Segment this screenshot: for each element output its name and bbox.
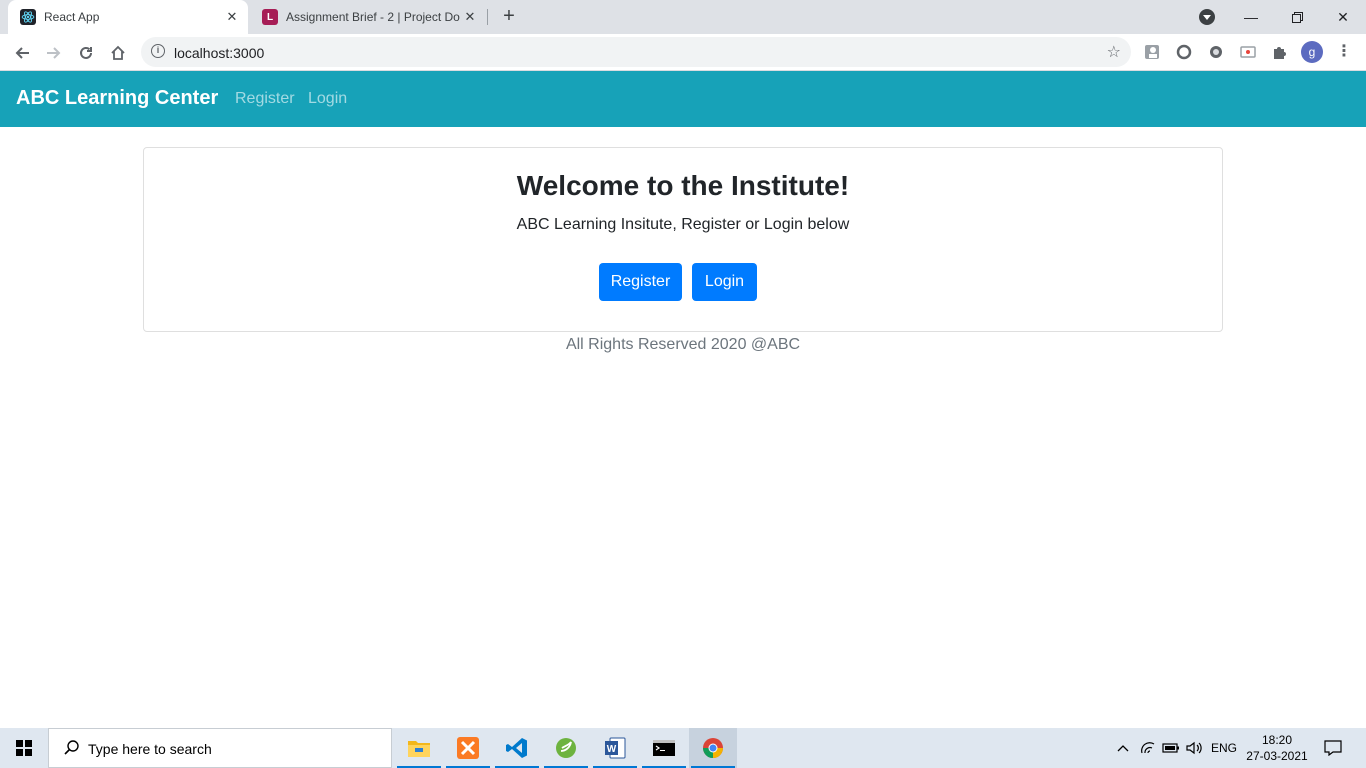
tab-search-icon[interactable] [1199, 9, 1215, 25]
close-window-icon[interactable]: ✕ [1320, 0, 1366, 34]
url-text: localhost:3000 [174, 45, 265, 61]
nav-login-link[interactable]: Login [308, 90, 347, 108]
close-tab-icon[interactable]: ✕ [224, 9, 240, 25]
tab-title: Assignment Brief - 2 | Project Do [286, 10, 460, 24]
minimize-icon[interactable]: — [1228, 0, 1274, 34]
chrome-icon[interactable] [689, 728, 737, 768]
xampp-icon[interactable] [444, 728, 492, 768]
tab-assignment-brief[interactable]: L Assignment Brief - 2 | Project Do ✕ [250, 0, 486, 34]
brand-logo-text[interactable]: ABC Learning Center [16, 87, 218, 110]
welcome-subtext: ABC Learning Insitute, Register or Login… [516, 216, 850, 233]
new-tab-icon[interactable]: + [499, 6, 519, 26]
menu-kebab-icon[interactable]: ⋮ [1336, 42, 1352, 62]
word-icon[interactable]: W [591, 728, 639, 768]
react-icon [20, 9, 36, 25]
windows-logo-icon [16, 740, 32, 756]
vscode-icon[interactable] [493, 728, 541, 768]
tab-divider [487, 9, 488, 25]
spring-tools-icon[interactable] [542, 728, 590, 768]
search-icon [64, 740, 79, 755]
login-button[interactable]: Login [692, 263, 757, 301]
extensions-puzzle-icon[interactable] [1271, 43, 1289, 61]
battery-icon[interactable] [1160, 728, 1182, 768]
volume-icon[interactable] [1184, 728, 1206, 768]
welcome-heading: Welcome to the Institute! [516, 170, 850, 201]
back-icon[interactable] [8, 39, 36, 67]
terminal-icon[interactable] [640, 728, 688, 768]
browser-toolbar: i localhost:3000 ☆ g ⋮ [0, 34, 1366, 71]
windows-taskbar: Type here to search W ENG 18:20 27-03-20… [0, 728, 1366, 768]
extension-circle-icon[interactable] [1207, 43, 1225, 61]
notifications-icon[interactable] [1322, 728, 1344, 768]
profile-avatar[interactable]: g [1301, 41, 1323, 63]
file-explorer-icon[interactable] [395, 728, 443, 768]
close-tab-icon[interactable]: ✕ [462, 9, 478, 25]
l-app-icon: L [262, 9, 278, 25]
welcome-card: Welcome to the Institute! ABC Learning I… [143, 147, 1223, 332]
svg-text:W: W [607, 744, 617, 755]
home-icon[interactable] [104, 39, 132, 67]
tab-react-app[interactable]: React App ✕ [8, 0, 248, 34]
network-wifi-icon[interactable] [1138, 728, 1158, 768]
footer-text: All Rights Reserved 2020 @ABC [565, 336, 801, 353]
bookmark-star-icon[interactable]: ☆ [1107, 42, 1121, 62]
show-hidden-icons-chevron-icon[interactable] [1114, 728, 1132, 768]
extension-contacts-icon[interactable] [1143, 43, 1161, 61]
clock-time: 18:20 [1261, 733, 1293, 747]
start-button[interactable] [0, 728, 48, 768]
tab-title: React App [44, 10, 100, 24]
site-info-icon[interactable]: i [151, 44, 165, 58]
browser-tab-strip: React App ✕ L Assignment Brief - 2 | Pro… [0, 0, 1366, 34]
clock-date: 27-03-2021 [1246, 749, 1308, 763]
search-placeholder: Type here to search [88, 741, 212, 757]
nav-register-link[interactable]: Register [235, 90, 295, 108]
reload-icon[interactable] [72, 39, 100, 67]
extension-cast-icon[interactable] [1239, 43, 1257, 61]
address-bar[interactable]: i localhost:3000 ☆ [141, 37, 1131, 67]
taskbar-search-box[interactable]: Type here to search [48, 728, 392, 768]
language-indicator[interactable]: ENG [1208, 728, 1240, 768]
app-navbar: ABC Learning Center Register Login [0, 71, 1366, 127]
forward-icon[interactable] [40, 39, 68, 67]
extension-refresh-icon[interactable] [1175, 43, 1193, 61]
system-clock[interactable]: 18:20 27-03-2021 [1244, 732, 1310, 764]
register-button[interactable]: Register [599, 263, 682, 301]
restore-icon[interactable] [1274, 0, 1320, 34]
